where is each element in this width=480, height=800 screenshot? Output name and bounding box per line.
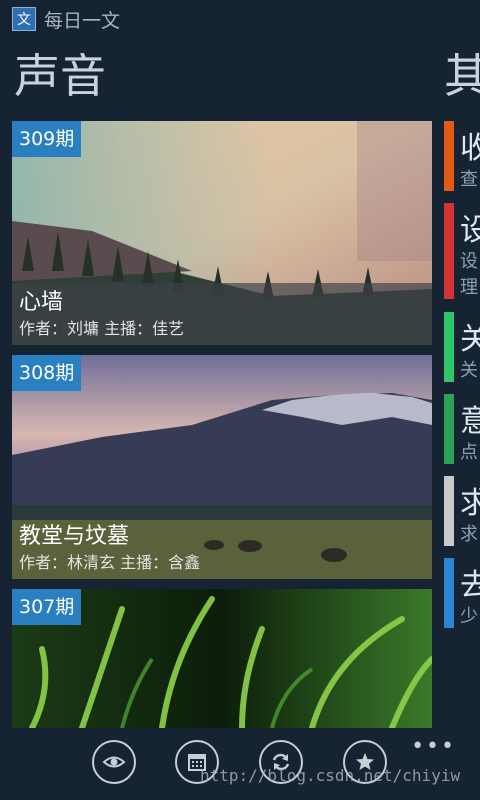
tile-subtitle: 少	[460, 606, 478, 627]
tile-heading: 设	[460, 213, 480, 248]
episode-card[interactable]: 309期 心墙 作者：刘墉 主播：佳艺	[12, 121, 432, 345]
tile-about[interactable]: 关 关	[444, 312, 480, 382]
tile-subtitle: 关	[460, 360, 478, 381]
card-title: 教堂与坟墓	[19, 524, 130, 549]
section-title-sound: 声音	[14, 49, 106, 103]
episode-card[interactable]: 308期 教堂与坟墓 作者：林清玄 主播：含鑫	[12, 355, 432, 579]
tile-color-bar	[444, 121, 454, 191]
title-bar: 文 每日一文	[12, 6, 120, 32]
tile-subtitle: 查	[460, 169, 478, 190]
tile-color-bar	[444, 558, 454, 628]
card-meta: 作者：刘墉 主播：佳艺	[19, 319, 185, 338]
app-logo-icon: 文	[12, 7, 36, 31]
tile-heading: 收	[460, 131, 480, 166]
tile-subtitle: 理	[460, 277, 478, 298]
issue-badge: 307期	[12, 589, 82, 625]
app-title: 每日一文	[44, 9, 121, 32]
tile-color-bar	[444, 394, 454, 464]
issue-badge: 308期	[12, 355, 82, 391]
app-bar: •••	[0, 728, 480, 800]
card-title: 心墙	[19, 290, 64, 315]
tile-settings[interactable]: 设 设 理	[444, 203, 480, 299]
section-title-other: 其	[444, 49, 480, 103]
issue-badge: 309期	[12, 121, 82, 157]
tile-heading: 去	[460, 568, 480, 603]
tile-remove-ads[interactable]: 去 少	[444, 558, 480, 628]
tile-color-bar	[444, 203, 454, 299]
tile-subtitle: 设	[460, 251, 478, 272]
tile-favorites[interactable]: 收 查	[444, 121, 480, 191]
tile-request[interactable]: 求 求	[444, 476, 480, 546]
tile-heading: 求	[460, 486, 480, 521]
tile-color-bar	[444, 476, 454, 546]
tile-heading: 关	[460, 322, 480, 357]
tile-subtitle: 求	[460, 524, 478, 545]
card-meta: 作者：林清玄 主播：含鑫	[19, 553, 201, 572]
episode-card[interactable]: 307期	[12, 589, 432, 728]
watermark-url: http://blog.csdn.net/chiyiw	[200, 766, 461, 785]
eye-icon	[102, 756, 126, 768]
tile-subtitle: 点	[460, 442, 478, 463]
tile-heading: 意	[460, 404, 480, 439]
more-options-button[interactable]: •••	[411, 734, 456, 759]
view-button[interactable]	[92, 740, 136, 784]
tile-feedback[interactable]: 意 点	[444, 394, 480, 464]
tile-color-bar	[444, 312, 454, 382]
